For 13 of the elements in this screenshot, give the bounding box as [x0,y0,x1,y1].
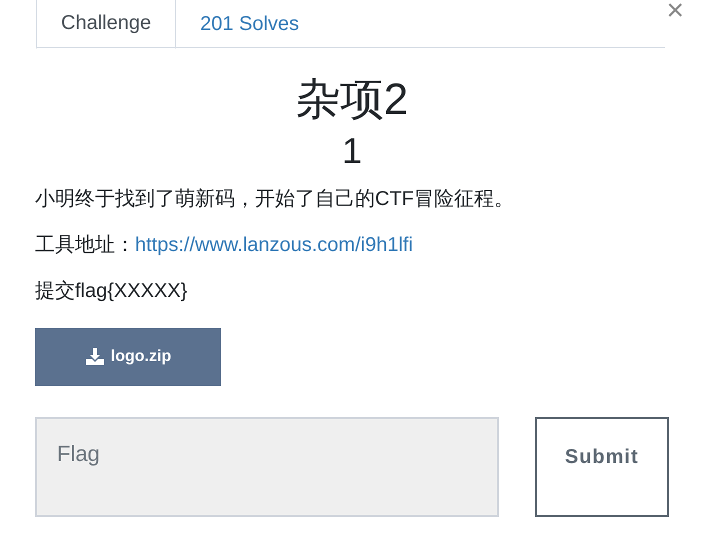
tool-address-label: 工具地址： [35,234,135,256]
download-icon [84,346,105,367]
challenge-points: 1 [340,128,364,172]
download-link[interactable]: https://www.lanzous.com/i9h1lfi [135,234,413,256]
flag-input[interactable]: Flag [35,416,499,517]
challenge-title: 杂项2 [294,74,410,126]
submit-button[interactable]: Submit [534,416,669,517]
description-text: 小明终于找到了萌新码，开始了自己的CTF冒险征程。 [35,186,515,212]
description-text: 提交flag{XXXXX} [35,278,188,304]
download-button[interactable]: logo.zip [35,328,221,386]
tab[interactable]: 201 Solves [176,0,324,48]
tab[interactable]: Challenge [36,0,176,48]
close-button[interactable]: × [666,0,684,26]
